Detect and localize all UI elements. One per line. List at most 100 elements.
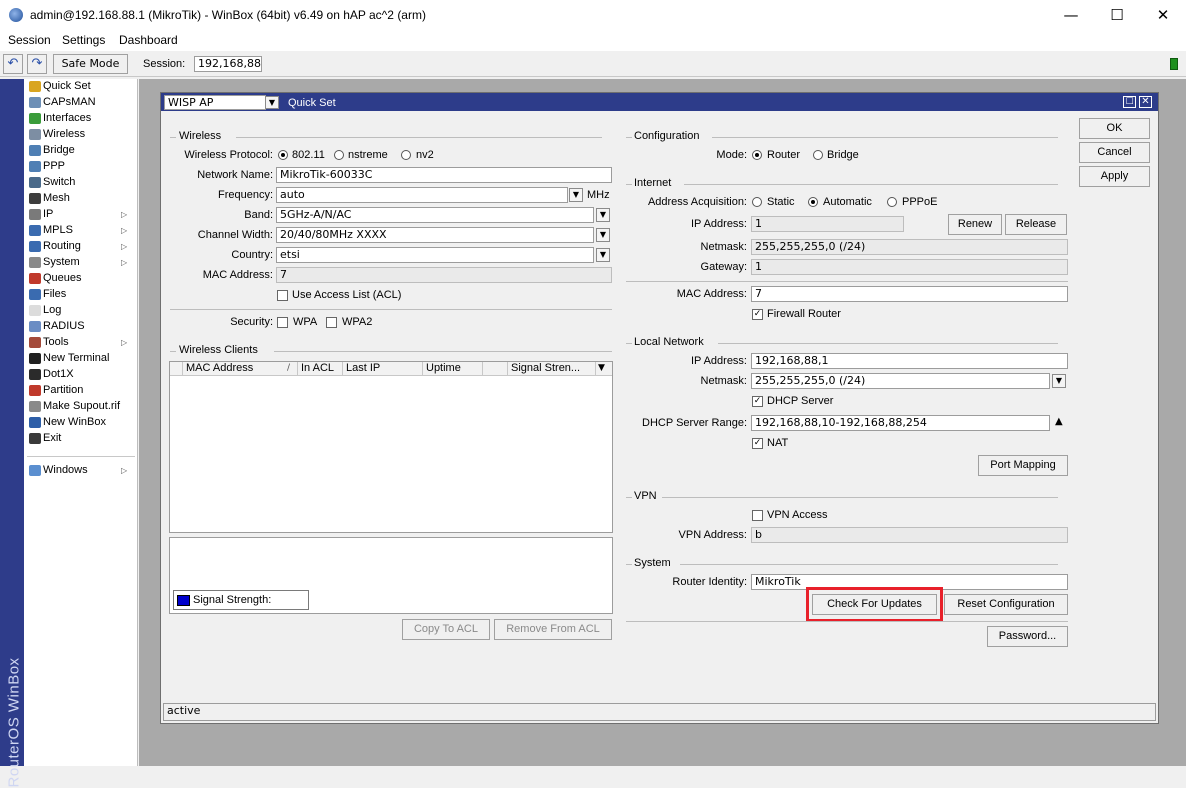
sidebar-item-mesh[interactable]: Mesh	[27, 191, 135, 207]
menu-session[interactable]: Session	[8, 33, 51, 47]
acquisition-static-radio[interactable]	[752, 197, 762, 207]
use-acl-checkbox[interactable]	[277, 290, 288, 301]
wireless-clients-table[interactable]: MAC Address / In ACL Last IP Uptime Sign…	[169, 361, 613, 533]
band-dropdown-icon[interactable]: ▼	[596, 208, 610, 222]
minimize-button[interactable]: —	[1048, 0, 1094, 31]
mode-bridge-label: Bridge	[827, 149, 859, 161]
sidebar-item-new-terminal[interactable]: New Terminal	[27, 351, 135, 367]
mode-dropdown-icon[interactable]: ▼	[265, 96, 279, 109]
sidebar-item-wireless[interactable]: Wireless	[27, 127, 135, 143]
sidebar-item-radius[interactable]: RADIUS	[27, 319, 135, 335]
check-for-updates-button[interactable]: Check For Updates	[812, 594, 937, 615]
column-spacer	[170, 362, 183, 376]
port-mapping-button[interactable]: Port Mapping	[978, 455, 1068, 476]
safe-mode-button[interactable]: Safe Mode	[53, 54, 128, 74]
sidebar-item-label: Wireless	[43, 128, 86, 140]
protocol-nv2-radio[interactable]	[401, 150, 411, 160]
column-in-acl[interactable]: In ACL	[298, 362, 343, 376]
divider	[626, 281, 1068, 282]
sidebar-item-label: New WinBox	[43, 416, 106, 428]
session-field[interactable]: 192,168,88,1	[194, 56, 262, 72]
release-button[interactable]: Release	[1005, 214, 1067, 235]
local-ip-field[interactable]: 192,168,88,1	[751, 353, 1068, 369]
sidebar-item-make-supout-rif[interactable]: Make Supout.rif	[27, 399, 135, 415]
sidebar-item-label: MPLS	[43, 224, 73, 236]
vpn-access-checkbox[interactable]	[752, 510, 763, 521]
divider	[712, 137, 1058, 138]
internet-mac-field[interactable]: 7	[751, 286, 1068, 302]
band-select[interactable]: 5GHz-A/N/AC	[276, 207, 594, 223]
collapse-up-icon[interactable]: ▲	[1055, 416, 1063, 427]
sidebar-item-ppp[interactable]: PPP	[27, 159, 135, 175]
wpa-checkbox[interactable]	[277, 317, 288, 328]
protocol-nstreme-radio[interactable]	[334, 150, 344, 160]
sidebar-item-files[interactable]: Files	[27, 287, 135, 303]
frequency-field[interactable]: auto	[276, 187, 568, 203]
mode-router-radio[interactable]	[752, 150, 762, 160]
sidebar-item-interfaces[interactable]: Interfaces	[27, 111, 135, 127]
dhcp-range-field[interactable]: 192,168,88,10-192,168,88,254	[751, 415, 1050, 431]
sidebar-item-system[interactable]: System ▷	[27, 255, 135, 271]
maximize-button[interactable]: ☐	[1094, 0, 1140, 31]
sidebar-item-mpls[interactable]: MPLS ▷	[27, 223, 135, 239]
cancel-button[interactable]: Cancel	[1079, 142, 1150, 163]
copy-to-acl-button[interactable]: Copy To ACL	[402, 619, 490, 640]
mesh-icon	[29, 193, 41, 204]
country-dropdown-icon[interactable]: ▼	[596, 248, 610, 262]
sidebar-item-tools[interactable]: Tools ▷	[27, 335, 135, 351]
local-netmask-dropdown-icon[interactable]: ▼	[1052, 374, 1066, 388]
sidebar-item-partition[interactable]: Partition	[27, 383, 135, 399]
sidebar-item-ip[interactable]: IP ▷	[27, 207, 135, 223]
network-name-field[interactable]: MikroTik-60033C	[276, 167, 612, 183]
sidebar-item-dot1x[interactable]: Dot1X	[27, 367, 135, 383]
sidebar-item-capsman[interactable]: CAPsMAN	[27, 95, 135, 111]
sidebar-item-exit[interactable]: Exit	[27, 431, 135, 447]
window-maximize-icon[interactable]: ☐	[1123, 96, 1136, 108]
frequency-dropdown-icon[interactable]: ▼	[569, 188, 583, 202]
wpa-label: WPA	[293, 316, 318, 328]
renew-button[interactable]: Renew	[948, 214, 1002, 235]
menu-settings[interactable]: Settings	[62, 33, 105, 47]
column-signal-strength[interactable]: Signal Stren...	[508, 362, 596, 376]
sidebar-item-quick-set[interactable]: Quick Set	[27, 79, 135, 95]
reset-configuration-button[interactable]: Reset Configuration	[944, 594, 1068, 615]
vpn-address-label: VPN Address:	[678, 529, 747, 541]
acquisition-pppoe-radio[interactable]	[887, 197, 897, 207]
firewall-router-checkbox[interactable]: ✓	[752, 309, 763, 320]
channel-width-select[interactable]: 20/40/80MHz XXXX	[276, 227, 594, 243]
protocol-802-11-radio[interactable]	[278, 150, 288, 160]
sidebar-item-log[interactable]: Log	[27, 303, 135, 319]
dhcp-server-checkbox[interactable]: ✓	[752, 396, 763, 407]
sidebar-item-queues[interactable]: Queues	[27, 271, 135, 287]
column-last-ip[interactable]: Last IP	[343, 362, 423, 376]
column-mac-address[interactable]: MAC Address	[183, 362, 298, 376]
mode-select[interactable]: WISP AP	[164, 95, 266, 110]
connection-status-icon	[1170, 58, 1178, 70]
channel-width-dropdown-icon[interactable]: ▼	[596, 228, 610, 242]
column-uptime[interactable]: Uptime	[423, 362, 483, 376]
ok-button[interactable]: OK	[1079, 118, 1150, 139]
remove-from-acl-button[interactable]: Remove From ACL	[494, 619, 612, 640]
local-network-section-title: Local Network	[634, 336, 704, 348]
password-button[interactable]: Password...	[987, 626, 1068, 647]
undo-icon[interactable]: ↶	[3, 54, 23, 74]
column-menu-icon[interactable]: ▼	[598, 363, 605, 373]
apply-button[interactable]: Apply	[1079, 166, 1150, 187]
menu-dashboard[interactable]: Dashboard	[119, 33, 178, 47]
sidebar-item-switch[interactable]: Switch	[27, 175, 135, 191]
close-window-button[interactable]: ✕	[1140, 0, 1186, 31]
local-netmask-select[interactable]: 255,255,255,0 (/24)	[751, 373, 1050, 389]
acquisition-automatic-label: Automatic	[823, 196, 872, 208]
sidebar-item-windows[interactable]: Windows ▷	[27, 463, 135, 479]
country-select[interactable]: etsi	[276, 247, 594, 263]
sidebar-item-bridge[interactable]: Bridge	[27, 143, 135, 159]
sidebar-item-new-winbox[interactable]: New WinBox	[27, 415, 135, 431]
acquisition-automatic-radio[interactable]	[808, 197, 818, 207]
wpa2-checkbox[interactable]	[326, 317, 337, 328]
redo-icon[interactable]: ↷	[27, 54, 47, 74]
window-close-icon[interactable]: ✕	[1139, 96, 1152, 108]
sidebar-item-routing[interactable]: Routing ▷	[27, 239, 135, 255]
sidebar-item-label: Switch	[43, 176, 76, 188]
nat-checkbox[interactable]: ✓	[752, 438, 763, 449]
mode-bridge-radio[interactable]	[813, 150, 823, 160]
